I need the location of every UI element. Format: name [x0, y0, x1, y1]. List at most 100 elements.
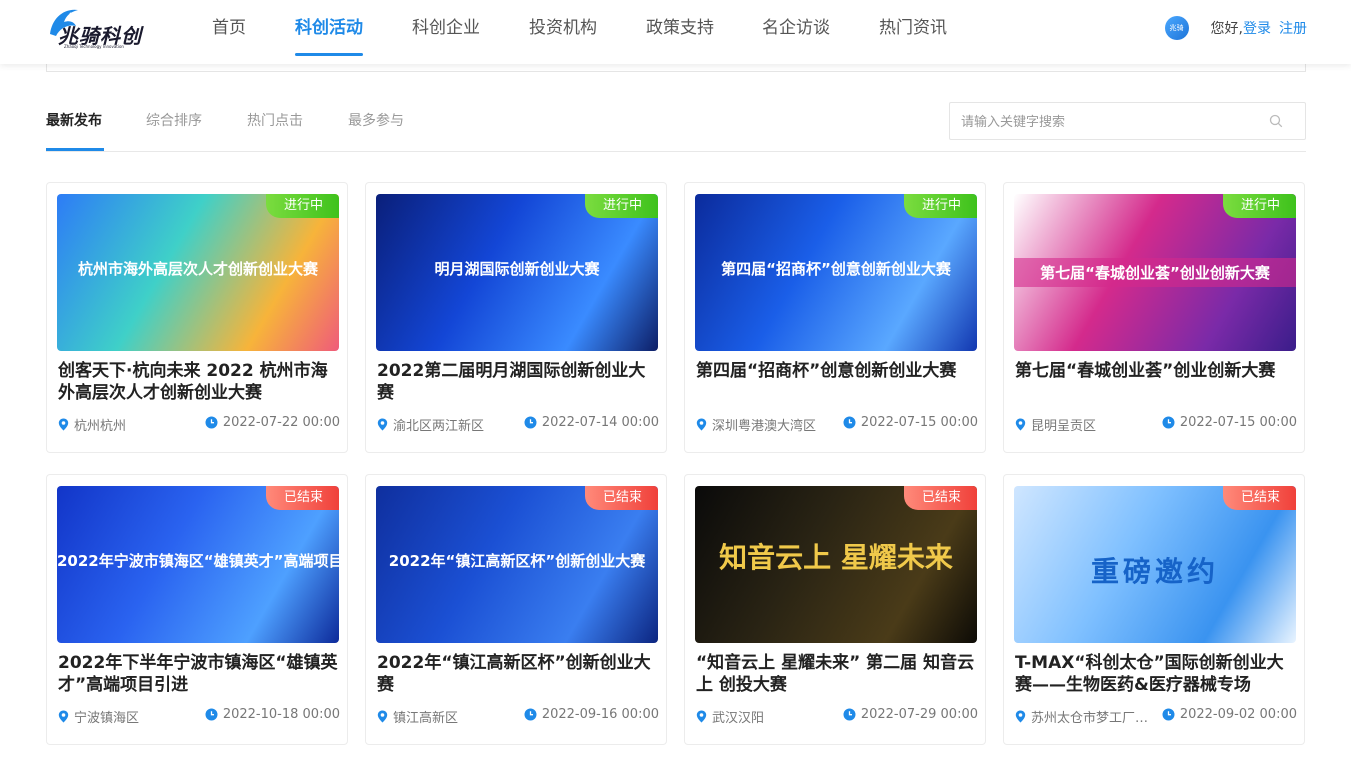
- activity-meta: 苏州太仓市梦工厂… 2022-09-02 00:00: [1015, 707, 1297, 726]
- thumbnail-caption: 明月湖国际创新创业大赛: [434, 260, 600, 278]
- main-nav: 首页 科创活动 科创企业 投资机构 政策支持 名企访谈 热门资讯: [190, 0, 990, 64]
- location-text: 苏州太仓市梦工厂…: [1031, 711, 1149, 726]
- activity-card[interactable]: 杭州市海外高层次人才创新创业大赛 进行中创客天下·杭向未来 2022 杭州市海外高…: [46, 182, 348, 453]
- activity-location: 昆明呈贡区: [1015, 415, 1096, 434]
- clock-icon: [524, 416, 537, 429]
- tab-overall[interactable]: 综合排序: [146, 110, 202, 130]
- login-link[interactable]: 登录: [1243, 18, 1271, 38]
- clock-icon: [843, 708, 856, 721]
- clock-icon: [205, 416, 218, 429]
- activity-location: 镇江高新区: [377, 707, 458, 726]
- activity-time: 2022-09-16 00:00: [524, 707, 659, 722]
- tab-latest[interactable]: 最新发布: [46, 110, 102, 130]
- nav-item[interactable]: 科创活动: [295, 0, 363, 64]
- avatar[interactable]: 兆骑: [1164, 16, 1189, 40]
- activity-thumbnail[interactable]: 杭州市海外高层次人才创新创业大赛 进行中: [57, 194, 339, 351]
- activity-card[interactable]: 明月湖国际创新创业大赛 进行中 2022第二届明月湖国际创新创业大赛渝北区两江新区 2…: [365, 182, 667, 453]
- activity-card[interactable]: 2022年“镇江高新区杯”创新创业大赛 已结束 2022年“镇江高新区杯”创新创业大…: [365, 474, 667, 745]
- activity-card[interactable]: 2022年宁波市镇海区“雄镇英才”高端项目引进 已结束 2022年下半年宁波市镇海区…: [46, 474, 348, 745]
- location-text: 昆明呈贡区: [1031, 419, 1097, 434]
- activity-meta: 武汉汉阳 2022-07-29 00:00: [696, 707, 978, 726]
- activity-meta: 深圳粤港澳大湾区 2022-07-15 00:00: [696, 415, 978, 434]
- nav-item[interactable]: 名企访谈: [762, 0, 830, 64]
- activity-location: 宁波镇海区: [58, 707, 139, 726]
- activity-meta: 杭州杭州 2022-07-22 00:00: [58, 415, 340, 434]
- time-text: 2022-09-02 00:00: [1179, 707, 1297, 722]
- site-logo[interactable]: 兆骑科创 Zhaoqi Technology Innovation: [44, 6, 141, 50]
- activity-title[interactable]: 2022年下半年宁波市镇海区“雄镇英才”高端项目引进: [58, 652, 340, 696]
- activity-title[interactable]: T-MAX“科创太仓”国际创新创业大赛——生物医药&医疗器械专场: [1015, 652, 1297, 696]
- time-text: 2022-07-22 00:00: [222, 415, 340, 430]
- activity-title[interactable]: 第四届“招商杯”创意创新创业大赛: [696, 360, 978, 382]
- thumbnail-caption: 第七届“春城创业荟”创业创新大赛: [1014, 258, 1296, 287]
- status-badge: 进行中: [584, 194, 658, 218]
- tab-most-joined[interactable]: 最多参与: [348, 110, 404, 130]
- activity-title[interactable]: 2022年“镇江高新区杯”创新创业大赛: [377, 652, 659, 696]
- activity-meta: 昆明呈贡区 2022-07-15 00:00: [1015, 415, 1297, 434]
- status-badge: 已结束: [903, 486, 977, 510]
- activity-thumbnail[interactable]: 第四届“招商杯”创意创新创业大赛 进行中: [695, 194, 977, 351]
- location-pin-icon: [1015, 418, 1026, 431]
- time-text: 2022-07-14 00:00: [541, 415, 659, 430]
- activity-time: 2022-07-22 00:00: [205, 415, 340, 430]
- activity-title[interactable]: “知音云上 星耀未来” 第二届 知音云上 创投大赛: [696, 652, 978, 696]
- activity-location: 杭州杭州: [58, 415, 126, 434]
- status-badge: 已结束: [265, 486, 339, 510]
- activity-thumbnail[interactable]: 2022年宁波市镇海区“雄镇英才”高端项目引进 已结束: [57, 486, 339, 643]
- activity-thumbnail[interactable]: 重磅邀约 已结束: [1014, 486, 1296, 643]
- activity-card[interactable]: 知音云上 星耀未来 已结束 “知音云上 星耀未来” 第二届 知音云上 创投大赛武汉汉…: [684, 474, 986, 745]
- activity-card[interactable]: 第七届“春城创业荟”创业创新大赛 进行中 第七届“春城创业荟”创业创新大赛 昆明呈贡区…: [1003, 182, 1305, 453]
- time-text: 2022-10-18 00:00: [222, 707, 340, 722]
- location-text: 武汉汉阳: [712, 711, 765, 726]
- activity-time: 2022-07-29 00:00: [843, 707, 978, 722]
- activity-meta: 宁波镇海区 2022-10-18 00:00: [58, 707, 340, 726]
- time-text: 2022-09-16 00:00: [541, 707, 659, 722]
- time-text: 2022-07-29 00:00: [860, 707, 978, 722]
- time-text: 2022-07-15 00:00: [860, 415, 978, 430]
- thumbnail-caption: 杭州市海外高层次人才创新创业大赛: [77, 260, 318, 278]
- banner-bottom-edge: [46, 64, 1306, 72]
- thumbnail-caption: 重磅邀约: [1090, 555, 1219, 588]
- status-badge: 进行中: [265, 194, 339, 218]
- activity-location: 武汉汉阳: [696, 707, 764, 726]
- activity-title[interactable]: 2022第二届明月湖国际创新创业大赛: [377, 360, 659, 404]
- activity-meta: 镇江高新区 2022-09-16 00:00: [377, 707, 659, 726]
- filter-bar: 最新发布 综合排序 热门点击 最多参与: [46, 100, 1306, 152]
- activity-thumbnail[interactable]: 第七届“春城创业荟”创业创新大赛 进行中: [1014, 194, 1296, 351]
- search-icon[interactable]: [1269, 114, 1283, 128]
- activity-card[interactable]: 第四届“招商杯”创意创新创业大赛 进行中第四届“招商杯”创意创新创业大赛 深圳粤港澳…: [684, 182, 986, 453]
- location-text: 宁波镇海区: [74, 711, 140, 726]
- time-text: 2022-07-15 00:00: [1179, 415, 1297, 430]
- activity-title[interactable]: 创客天下·杭向未来 2022 杭州市海外高层次人才创新创业大赛: [58, 360, 340, 404]
- status-badge: 已结束: [584, 486, 658, 510]
- clock-icon: [524, 708, 537, 721]
- thumbnail-caption: 2022年“镇江高新区杯”创新创业大赛: [388, 552, 646, 570]
- location-pin-icon: [377, 710, 388, 723]
- status-badge: 进行中: [1222, 194, 1296, 218]
- activity-thumbnail[interactable]: 2022年“镇江高新区杯”创新创业大赛 已结束: [376, 486, 658, 643]
- nav-item[interactable]: 热门资讯: [879, 0, 947, 64]
- activity-meta: 渝北区两江新区 2022-07-14 00:00: [377, 415, 659, 434]
- nav-item[interactable]: 首页: [212, 0, 246, 64]
- activity-card[interactable]: 重磅邀约 已结束 T-MAX“科创太仓”国际创新创业大赛——生物医药&医疗器械专场苏…: [1003, 474, 1305, 745]
- activity-location: 苏州太仓市梦工厂…: [1015, 707, 1148, 726]
- thumbnail-caption: 2022年宁波市镇海区“雄镇英才”高端项目引进: [57, 552, 339, 570]
- tab-hot[interactable]: 热门点击: [247, 110, 303, 130]
- nav-item[interactable]: 科创企业: [412, 0, 480, 64]
- clock-icon: [1162, 708, 1175, 721]
- activity-time: 2022-07-14 00:00: [524, 415, 659, 430]
- activity-thumbnail[interactable]: 知音云上 星耀未来 已结束: [695, 486, 977, 643]
- activity-title[interactable]: 第七届“春城创业荟”创业创新大赛: [1015, 360, 1297, 382]
- location-text: 杭州杭州: [74, 419, 127, 434]
- logo-subtitle: Zhaoqi Technology Innovation: [64, 44, 124, 49]
- register-link[interactable]: 注册: [1279, 18, 1307, 38]
- nav-item[interactable]: 政策支持: [646, 0, 714, 64]
- activity-time: 2022-09-02 00:00: [1162, 707, 1297, 722]
- search-input[interactable]: [950, 103, 1250, 139]
- activity-thumbnail[interactable]: 明月湖国际创新创业大赛 进行中: [376, 194, 658, 351]
- site-header: 兆骑科创 Zhaoqi Technology Innovation 首页 科创活动…: [0, 0, 1351, 64]
- search-box: [949, 102, 1306, 140]
- nav-item[interactable]: 投资机构: [529, 0, 597, 64]
- activity-time: 2022-07-15 00:00: [843, 415, 978, 430]
- activity-location: 渝北区两江新区: [377, 415, 484, 434]
